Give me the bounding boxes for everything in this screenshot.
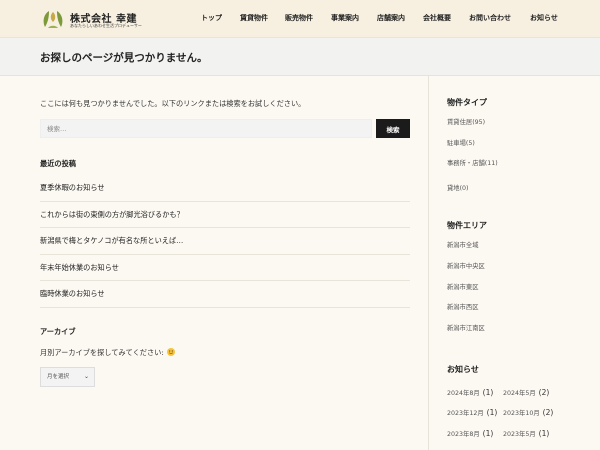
site-header: 株式会社 幸建 あなたらしいあわせ生活プロデューサー トップ 賃貸物件 販売物件…: [0, 0, 600, 38]
recent-post-item[interactable]: 臨時休業のお知らせ: [40, 281, 410, 308]
news-archive-label: 2023年10月: [503, 410, 540, 417]
property-area-link[interactable]: 新潟市東区: [447, 282, 478, 291]
news-archive-count: (2): [538, 388, 550, 397]
page-title: お探しのページが見つかりません。: [40, 52, 208, 64]
news-archive-label: 2024年8月: [447, 390, 480, 397]
property-type-label: 賃貸住居: [447, 119, 473, 126]
property-area-link[interactable]: 新潟市江南区: [447, 323, 485, 332]
archives-prompt-text: 月別アーカイブを探してみてください:: [40, 348, 167, 357]
news-archive-count: (2): [542, 408, 554, 417]
recent-posts-heading: 最近の投稿: [40, 159, 76, 168]
not-found-message: ここには何も見つかりませんでした。以下のリンクまたは検索をお試しください。: [40, 99, 306, 108]
nav-store[interactable]: 店舗案内: [377, 13, 405, 23]
property-type-label: 貸地: [447, 185, 460, 192]
recent-posts-list: 夏季休暇のお知らせ これからは街の東側の方が脚光浴びるかも？ 新潟県で梅とタケノ…: [40, 175, 410, 308]
property-area-link[interactable]: 新潟市西区: [447, 302, 478, 311]
property-area-link[interactable]: 新潟市中央区: [447, 261, 485, 270]
nav-news[interactable]: お知らせ: [530, 13, 558, 23]
nav-business[interactable]: 事業案内: [331, 13, 359, 23]
search-input[interactable]: [40, 119, 372, 138]
news-archive-link[interactable]: 2023年5月 (1): [503, 429, 549, 438]
property-type-heading: 物件タイプ: [447, 98, 487, 107]
property-type-label: 駐車場: [447, 140, 466, 147]
news-archive-label: 2024年5月: [503, 390, 536, 397]
news-archive-link[interactable]: 2023年10月 (2): [503, 408, 553, 417]
property-type-label: 事務所・店舗: [447, 160, 485, 167]
archives-prompt: 月別アーカイブを探してみてください:: [40, 348, 176, 358]
news-archive-count: (1): [482, 429, 494, 438]
property-type-count: (0): [459, 185, 469, 192]
nav-rental[interactable]: 賃貸物件: [240, 13, 268, 23]
news-archive-count: (1): [482, 388, 494, 397]
news-archive-link[interactable]: 2023年12月 (1): [447, 408, 497, 417]
property-type-land-link[interactable]: 貸地(0): [447, 183, 469, 192]
archive-select-value: 月を選択: [47, 374, 70, 380]
news-archive-label: 2023年5月: [503, 431, 536, 438]
recent-post-item[interactable]: これからは街の東側の方が脚光浴びるかも？: [40, 202, 410, 228]
property-type-count: (5): [465, 140, 475, 147]
news-archive-link[interactable]: 2024年8月 (1): [447, 388, 493, 397]
sidebar-divider: [428, 75, 429, 450]
property-type-count: (95): [472, 119, 486, 126]
news-archive-count: (1): [538, 429, 550, 438]
recent-post-item[interactable]: 夏季休暇のお知らせ: [40, 175, 410, 202]
property-type-rental-link[interactable]: 賃貸住居(95): [447, 117, 485, 126]
news-archive-label: 2023年12月: [447, 410, 484, 417]
nav-sales[interactable]: 販売物件: [285, 13, 313, 23]
archive-month-select[interactable]: 月を選択 ⌄: [40, 367, 95, 387]
nav-company[interactable]: 会社概要: [423, 13, 451, 23]
nav-contact[interactable]: お問い合わせ: [469, 13, 511, 23]
archives-heading: アーカイブ: [40, 327, 76, 336]
main-nav: トップ 賃貸物件 販売物件 事業案内 店舗案内 会社概要 お問い合わせ お知らせ: [0, 13, 600, 25]
news-archive-count: (1): [486, 408, 498, 417]
chevron-down-icon: ⌄: [83, 373, 89, 380]
news-archive-heading: お知らせ: [447, 365, 479, 374]
news-archive-link[interactable]: 2023年8月 (1): [447, 429, 493, 438]
page-title-band: お探しのページが見つかりません。: [0, 38, 600, 76]
news-archive-link[interactable]: 2024年5月 (2): [503, 388, 549, 397]
nav-top[interactable]: トップ: [201, 13, 222, 23]
smile-icon: [167, 348, 176, 356]
recent-post-item[interactable]: 新潟県で梅とタケノコが有名な所といえば…: [40, 228, 410, 255]
search-button[interactable]: 検索: [376, 119, 410, 138]
property-type-office-link[interactable]: 事務所・店舗(11): [447, 158, 498, 167]
property-type-parking-link[interactable]: 駐車場(5): [447, 138, 475, 147]
recent-post-item[interactable]: 年末年始休業のお知らせ: [40, 255, 410, 281]
property-type-count: (11): [484, 160, 498, 167]
news-archive-label: 2023年8月: [447, 431, 480, 438]
property-area-heading: 物件エリア: [447, 221, 487, 230]
property-area-link[interactable]: 新潟市全域: [447, 240, 478, 249]
